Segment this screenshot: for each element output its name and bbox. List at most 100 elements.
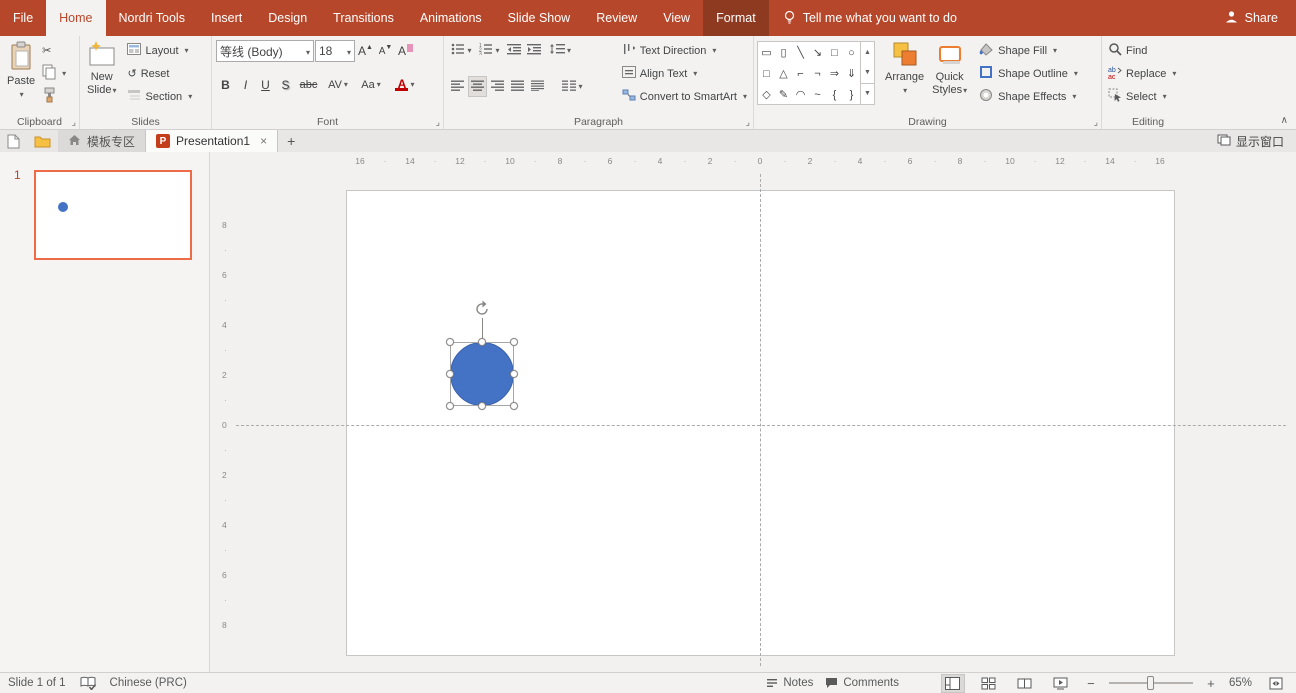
zoom-slider-thumb[interactable]	[1147, 676, 1154, 690]
shape-gallery-scroll-down[interactable]: ▼	[861, 62, 874, 82]
find-button[interactable]: Find	[1105, 39, 1191, 62]
paragraph-dialog-launcher[interactable]	[746, 118, 750, 127]
shape-option[interactable]: ⇒	[826, 63, 843, 84]
cut-button[interactable]: ✂	[39, 39, 69, 62]
convert-to-smartart-button[interactable]: Convert to SmartArt	[619, 85, 750, 108]
replace-button[interactable]: abacReplace	[1105, 62, 1191, 85]
shape-option[interactable]: ╲	[792, 42, 809, 63]
shape-gallery-scroll-up[interactable]: ▲	[861, 42, 874, 62]
align-center-button[interactable]	[468, 76, 487, 97]
ribbon-tab-transitions[interactable]: Transitions	[320, 0, 407, 36]
justify-button[interactable]	[508, 76, 527, 97]
shape-option[interactable]: {	[826, 84, 843, 105]
shape-option[interactable]: □	[826, 42, 843, 63]
shape-option[interactable]: △	[775, 63, 792, 84]
normal-view-button[interactable]	[941, 674, 965, 693]
share-button[interactable]: Share	[1207, 0, 1296, 36]
tell-me-box[interactable]: Tell me what you want to do	[769, 0, 971, 36]
resize-handle-e[interactable]	[510, 370, 518, 378]
underline-button[interactable]: U	[256, 74, 275, 95]
close-tab-icon[interactable]: ×	[260, 134, 267, 148]
align-left-button[interactable]	[448, 76, 467, 97]
new-tab-button[interactable]: +	[278, 130, 304, 152]
increase-font-size-button[interactable]: A▲	[356, 41, 375, 62]
ribbon-tab-view[interactable]: View	[650, 0, 703, 36]
ribbon-tab-animations[interactable]: Animations	[407, 0, 495, 36]
clear-formatting-button[interactable]: A	[396, 41, 415, 62]
collapse-ribbon-button[interactable]: ∧	[1281, 115, 1288, 126]
bullets-button[interactable]	[448, 40, 475, 61]
ribbon-tab-file[interactable]: File	[0, 0, 46, 36]
font-name-combo[interactable]: 等线 (Body)	[216, 40, 314, 62]
resize-handle-se[interactable]	[510, 402, 518, 410]
numbering-button[interactable]: 123	[476, 40, 503, 61]
open-folder-button[interactable]	[27, 130, 58, 152]
zoom-level[interactable]: 65%	[1229, 677, 1252, 689]
clipboard-dialog-launcher[interactable]	[72, 118, 76, 127]
language-button[interactable]: Chinese (PRC)	[110, 677, 187, 689]
strikethrough-button[interactable]: abc	[296, 74, 321, 95]
font-size-combo[interactable]: 18	[315, 40, 355, 62]
shape-option[interactable]: ⇓	[843, 63, 860, 84]
zoom-slider[interactable]	[1109, 682, 1193, 684]
shape-option[interactable]: ▭	[758, 42, 775, 63]
text-shadow-button[interactable]: S	[276, 74, 295, 95]
shape-option[interactable]: }	[843, 84, 860, 105]
ribbon-tab-slide-show[interactable]: Slide Show	[495, 0, 584, 36]
copy-button[interactable]	[39, 62, 69, 85]
comments-button[interactable]: Comments	[825, 677, 899, 689]
zoom-out-button[interactable]: −	[1085, 676, 1097, 691]
rotation-handle[interactable]	[474, 300, 491, 317]
ribbon-tab-design[interactable]: Design	[255, 0, 320, 36]
slide-thumbnail[interactable]	[34, 170, 192, 260]
reading-view-button[interactable]	[1013, 674, 1037, 693]
horizontal-guide[interactable]	[236, 425, 1286, 426]
shape-option[interactable]: ↘	[809, 42, 826, 63]
reset-button[interactable]: ↺Reset	[124, 62, 195, 85]
slide-sorter-view-button[interactable]	[977, 674, 1001, 693]
shape-outline-button[interactable]: Shape Outline	[975, 62, 1081, 85]
font-color-button[interactable]: A	[388, 74, 422, 95]
ribbon-tab-home[interactable]: Home	[46, 0, 105, 36]
quick-styles-button[interactable]: Quick Styles	[928, 39, 971, 99]
select-button[interactable]: Select	[1105, 85, 1191, 108]
ribbon-tab-insert[interactable]: Insert	[198, 0, 255, 36]
show-window-button[interactable]: 显示窗口	[1205, 130, 1296, 152]
format-painter-button[interactable]	[39, 85, 69, 108]
shape-option[interactable]: ○	[843, 42, 860, 63]
change-case-button[interactable]: Aa	[355, 74, 387, 95]
presentation-tab[interactable]: P Presentation1 ×	[146, 130, 278, 152]
shape-option[interactable]: ✎	[775, 84, 792, 105]
arrange-button[interactable]: Arrange	[881, 39, 928, 99]
notes-button[interactable]: Notes	[766, 677, 813, 689]
align-text-button[interactable]: Align Text	[619, 62, 750, 85]
font-dialog-launcher[interactable]	[436, 118, 440, 127]
shape-option[interactable]: ¬	[809, 63, 826, 84]
layout-button[interactable]: Layout	[124, 39, 195, 62]
shape-option[interactable]: ◠	[792, 84, 809, 105]
fit-to-window-button[interactable]	[1264, 674, 1288, 693]
shape-option[interactable]: ▯	[775, 42, 792, 63]
line-spacing-button[interactable]	[544, 40, 576, 61]
ribbon-tab-nordri-tools[interactable]: Nordri Tools	[106, 0, 198, 36]
decrease-indent-button[interactable]	[504, 40, 523, 61]
character-spacing-button[interactable]: AV	[322, 74, 354, 95]
section-button[interactable]: Section	[124, 85, 195, 108]
shape-option[interactable]: ~	[809, 84, 826, 105]
vertical-guide[interactable]	[760, 174, 761, 666]
new-file-button[interactable]	[0, 130, 27, 152]
resize-handle-sw[interactable]	[446, 402, 454, 410]
italic-button[interactable]: I	[236, 74, 255, 95]
paste-button[interactable]: Paste	[3, 39, 39, 103]
resize-handle-s[interactable]	[478, 402, 486, 410]
shape-effects-button[interactable]: Shape Effects	[975, 85, 1081, 108]
ribbon-tab-review[interactable]: Review	[583, 0, 650, 36]
shape-fill-button[interactable]: Shape Fill	[975, 39, 1081, 62]
shape-option[interactable]: □	[758, 63, 775, 84]
drawing-dialog-launcher[interactable]	[1094, 118, 1098, 127]
paste-dropdown[interactable]	[19, 88, 24, 101]
shape-option[interactable]: ⌐	[792, 63, 809, 84]
align-right-button[interactable]	[488, 76, 507, 97]
shape-gallery-more[interactable]: ▼	[861, 83, 874, 104]
resize-handle-n[interactable]	[478, 338, 486, 346]
